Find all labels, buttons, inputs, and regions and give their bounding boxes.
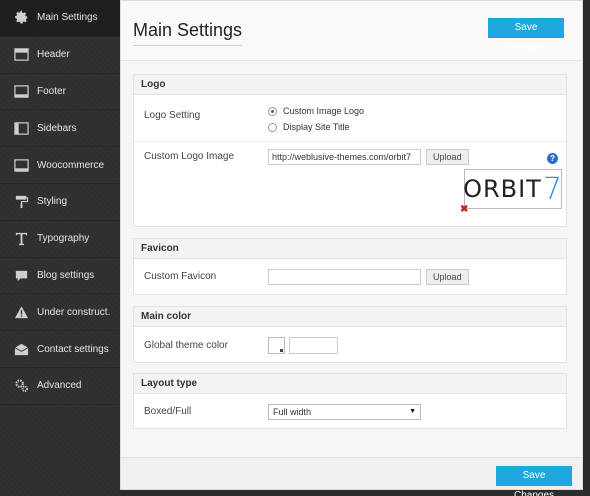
typography-icon [13,231,29,247]
boxed-full-label: Boxed/Full [144,406,192,417]
remove-logo-icon[interactable]: ✖ [460,204,468,215]
layout-type-section: Layout type Boxed/Full Full width ▼ [133,373,567,429]
gear-icon [13,10,29,26]
warning-icon [13,304,29,320]
sidebar-item-sidebars[interactable]: Sidebars [0,110,120,148]
sidebar-item-footer[interactable]: Footer [0,74,120,111]
custom-favicon-field[interactable] [268,269,421,285]
sidebar-item-label: Advanced [37,380,82,392]
logo-preview-text: ORBIT [463,175,542,203]
sidebar: Main Settings Header Footer Sidebars Woo… [0,0,120,496]
section-title-main-color: Main color [134,307,566,327]
sidebar-item-under-construct[interactable]: Under construct. [0,294,120,332]
save-changes-button-bottom[interactable]: Save Changes [496,466,572,496]
sidebar-item-label: Styling [37,196,68,208]
radio-display-site-title[interactable]: Display Site Title [268,122,350,132]
upload-logo-button[interactable]: Upload [426,149,469,165]
radio-dot-selected[interactable] [268,106,277,116]
sidebar-item-contact-settings[interactable]: Contact settings [0,331,120,368]
layout-type-select[interactable]: Full width ▼ [268,404,421,420]
global-theme-color-field[interactable] [289,337,338,354]
sidebar-item-label: Main Settings [37,12,98,24]
custom-logo-url-field[interactable]: http://weblusive-themes.com/orbit7 [268,149,421,165]
logo-setting-row: Logo Setting Custom Image Logo Display S… [134,95,566,142]
header-layout-icon [13,47,29,63]
sidebar-item-main-settings[interactable]: Main Settings [0,0,120,37]
custom-logo-image-row: Custom Logo Image http://weblusive-theme… [134,142,566,226]
custom-logo-image-label: Custom Logo Image [144,151,235,162]
global-theme-color-row: Global theme color [134,327,566,363]
global-theme-color-label: Global theme color [144,340,228,351]
paint-roller-icon [13,194,29,210]
sidebar-item-label: Woocommerce [37,159,105,171]
gears-icon [13,378,29,394]
sidebar-item-label: Header [37,49,70,61]
sidebar-item-typography[interactable]: Typography [0,221,120,258]
logo-preview-digit: 7 [542,171,563,207]
section-title-logo: Logo [134,75,566,95]
logo-preview-image: ORBIT 7 [463,169,563,209]
boxed-full-row: Boxed/Full Full width ▼ [134,394,566,429]
main-panel: Main Settings Save Changes Logo Logo Set… [120,0,583,496]
radio-custom-image-logo-label: Custom Image Logo [283,106,365,116]
footer-layout-icon [13,83,29,99]
sidebar-item-styling[interactable]: Styling [0,184,120,221]
speech-bubble-icon [13,267,29,283]
section-title-favicon: Favicon [134,239,566,259]
layout-type-selected-value: Full width [273,407,312,417]
logo-section: Logo Logo Setting Custom Image Logo Disp… [133,74,567,227]
sidebar-item-label: Blog settings [37,269,95,281]
page-title: Main Settings [133,20,243,46]
sidebar-item-label: Footer [37,85,66,97]
upload-favicon-button[interactable]: Upload [426,269,469,285]
sidebar-item-label: Typography [37,233,90,245]
favicon-section: Favicon Custom Favicon Upload [133,238,567,295]
sidebar-item-label: Contact settings [37,343,109,355]
save-changes-button-top[interactable]: Save Changes [488,18,564,53]
envelope-icon [13,341,29,357]
main-color-section: Main color Global theme color [133,306,567,363]
sidebar-item-blog-settings[interactable]: Blog settings [0,258,120,295]
radio-dot-unselected[interactable] [268,122,277,132]
radio-display-site-title-label: Display Site Title [283,122,350,132]
sidebar-item-advanced[interactable]: Advanced [0,368,120,405]
color-picker-swatch[interactable] [268,337,285,354]
sidebar-item-woocommerce[interactable]: Woocommerce [0,147,120,184]
sidebar-item-label: Sidebars [37,122,77,134]
logo-setting-label: Logo Setting [144,110,201,121]
woocommerce-layout-icon [13,157,29,173]
custom-favicon-label: Custom Favicon [144,271,217,282]
main-header: Main Settings Save Changes [121,1,582,61]
help-icon[interactable]: ? [547,153,558,164]
section-title-layout-type: Layout type [134,374,566,394]
custom-favicon-row: Custom Favicon Upload [134,259,566,295]
sidebar-item-header[interactable]: Header [0,37,120,74]
chevron-down-icon: ▼ [409,408,416,415]
sidebar-layout-icon [13,120,29,136]
sidebar-item-label: Under construct. [37,306,111,318]
radio-custom-image-logo[interactable]: Custom Image Logo [268,106,364,116]
